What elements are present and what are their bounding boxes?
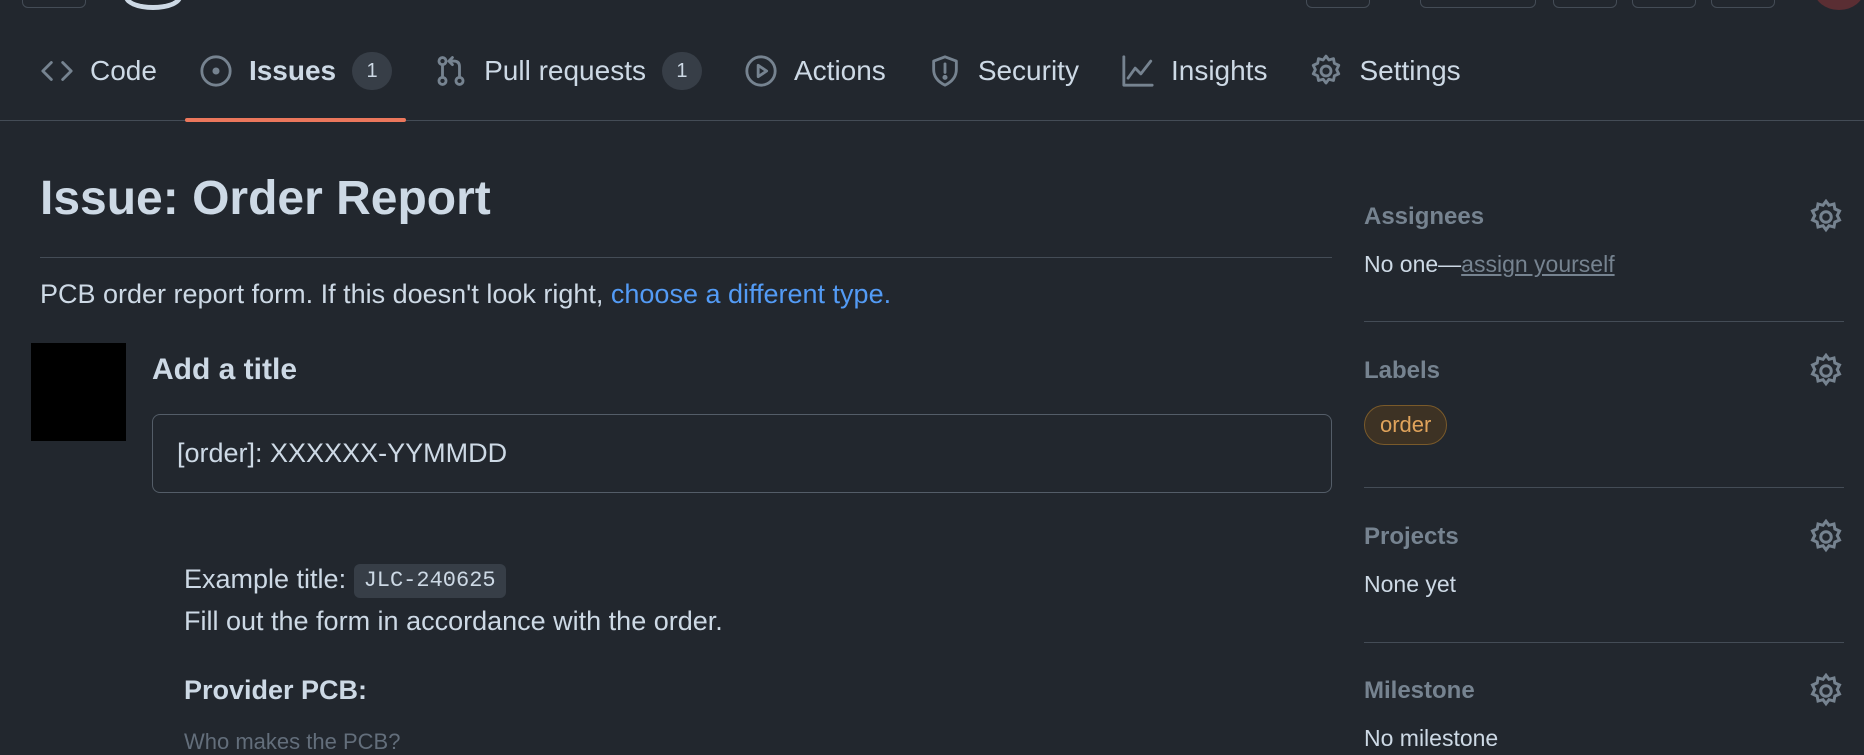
pull-requests-shortcut-button[interactable] (1632, 0, 1696, 8)
menu-button[interactable] (22, 0, 86, 8)
milestone-gear-icon[interactable] (1808, 672, 1844, 709)
git-pull-request-icon (437, 56, 465, 86)
tab-actions[interactable]: Actions (730, 22, 900, 121)
repo-tab-bar: Code Issues 1 Pull requests 1 Actions Se… (0, 22, 1864, 122)
top-header-strip (0, 0, 1864, 10)
assignees-heading: Assignees (1364, 203, 1485, 230)
tab-code[interactable]: Code (26, 22, 171, 121)
projects-section: Projects None yet (1364, 517, 1844, 598)
title-input[interactable]: [order]: XXXXXX-YYMMDD (152, 414, 1332, 493)
tab-label: Issues (248, 55, 337, 86)
tab-label: Actions (793, 55, 886, 86)
graph-icon (1122, 55, 1154, 87)
example-title-prefix: Example title: (184, 564, 354, 594)
projects-heading: Projects (1364, 523, 1459, 550)
tab-label: Insights (1170, 55, 1268, 86)
example-title-line: Example title: JLC-240625 (184, 558, 723, 600)
tab-label: Settings (1359, 55, 1461, 86)
assign-yourself-link[interactable]: assign yourself (1461, 251, 1614, 277)
tab-label: Code (90, 55, 157, 86)
template-intro: PCB order report form. If this doesn't l… (40, 279, 891, 310)
divider (1364, 321, 1844, 322)
divider (40, 257, 1332, 258)
instructions-line: Fill out the form in accordance with the… (184, 606, 723, 636)
choose-different-type-link[interactable]: choose a different type. (611, 279, 891, 309)
labels-section: Labels order (1364, 351, 1844, 445)
labels-gear-icon[interactable] (1808, 352, 1844, 389)
form-description: Example title: JLC-240625 Fill out the f… (184, 558, 723, 642)
projects-gear-icon[interactable] (1808, 518, 1844, 555)
assignees-gear-icon[interactable] (1808, 198, 1844, 235)
shield-icon (932, 55, 958, 87)
tab-label: Security (977, 55, 1079, 86)
tab-label: Pull requests (484, 55, 646, 86)
labels-heading: Labels (1364, 357, 1441, 384)
assignees-none-text: No one— (1364, 251, 1462, 277)
projects-value: None yet (1364, 571, 1457, 597)
issues-shortcut-button[interactable] (1553, 0, 1617, 8)
user-avatar[interactable] (1814, 0, 1864, 10)
issue-opened-icon (200, 55, 232, 87)
author-avatar (31, 343, 126, 441)
code-icon (41, 61, 73, 81)
milestone-value: No milestone (1364, 725, 1499, 751)
tab-issues[interactable]: Issues 1 (184, 22, 407, 122)
pull-requests-count-badge: 1 (661, 52, 702, 90)
tab-pull-requests[interactable]: Pull requests 1 (420, 22, 716, 121)
provider-pcb-label: Provider PCB: (184, 675, 368, 705)
intro-text: PCB order report form. If this doesn't l… (40, 279, 611, 309)
create-new-button[interactable] (1420, 0, 1536, 8)
label-order-badge[interactable]: order (1364, 405, 1448, 445)
title-field-label: Add a title (152, 353, 298, 386)
tab-insights[interactable]: Insights (1107, 22, 1282, 121)
divider (1364, 642, 1844, 643)
provider-pcb-hint: Who makes the PCB? (184, 729, 401, 754)
search-button[interactable] (1306, 0, 1370, 8)
divider (1364, 487, 1844, 488)
milestone-heading: Milestone (1364, 677, 1475, 704)
tab-settings[interactable]: Settings (1295, 22, 1474, 121)
issues-count-badge: 1 (352, 52, 393, 90)
page-title: Issue: Order Report (40, 172, 491, 225)
example-title-code: JLC-240625 (353, 563, 506, 598)
assignees-section: Assignees No one—assign yourself (1364, 197, 1844, 278)
tab-security[interactable]: Security (914, 22, 1093, 121)
inbox-button[interactable] (1711, 0, 1775, 8)
play-icon (745, 55, 777, 87)
github-logo-icon[interactable] (124, 0, 182, 10)
gear-icon (1312, 54, 1341, 85)
